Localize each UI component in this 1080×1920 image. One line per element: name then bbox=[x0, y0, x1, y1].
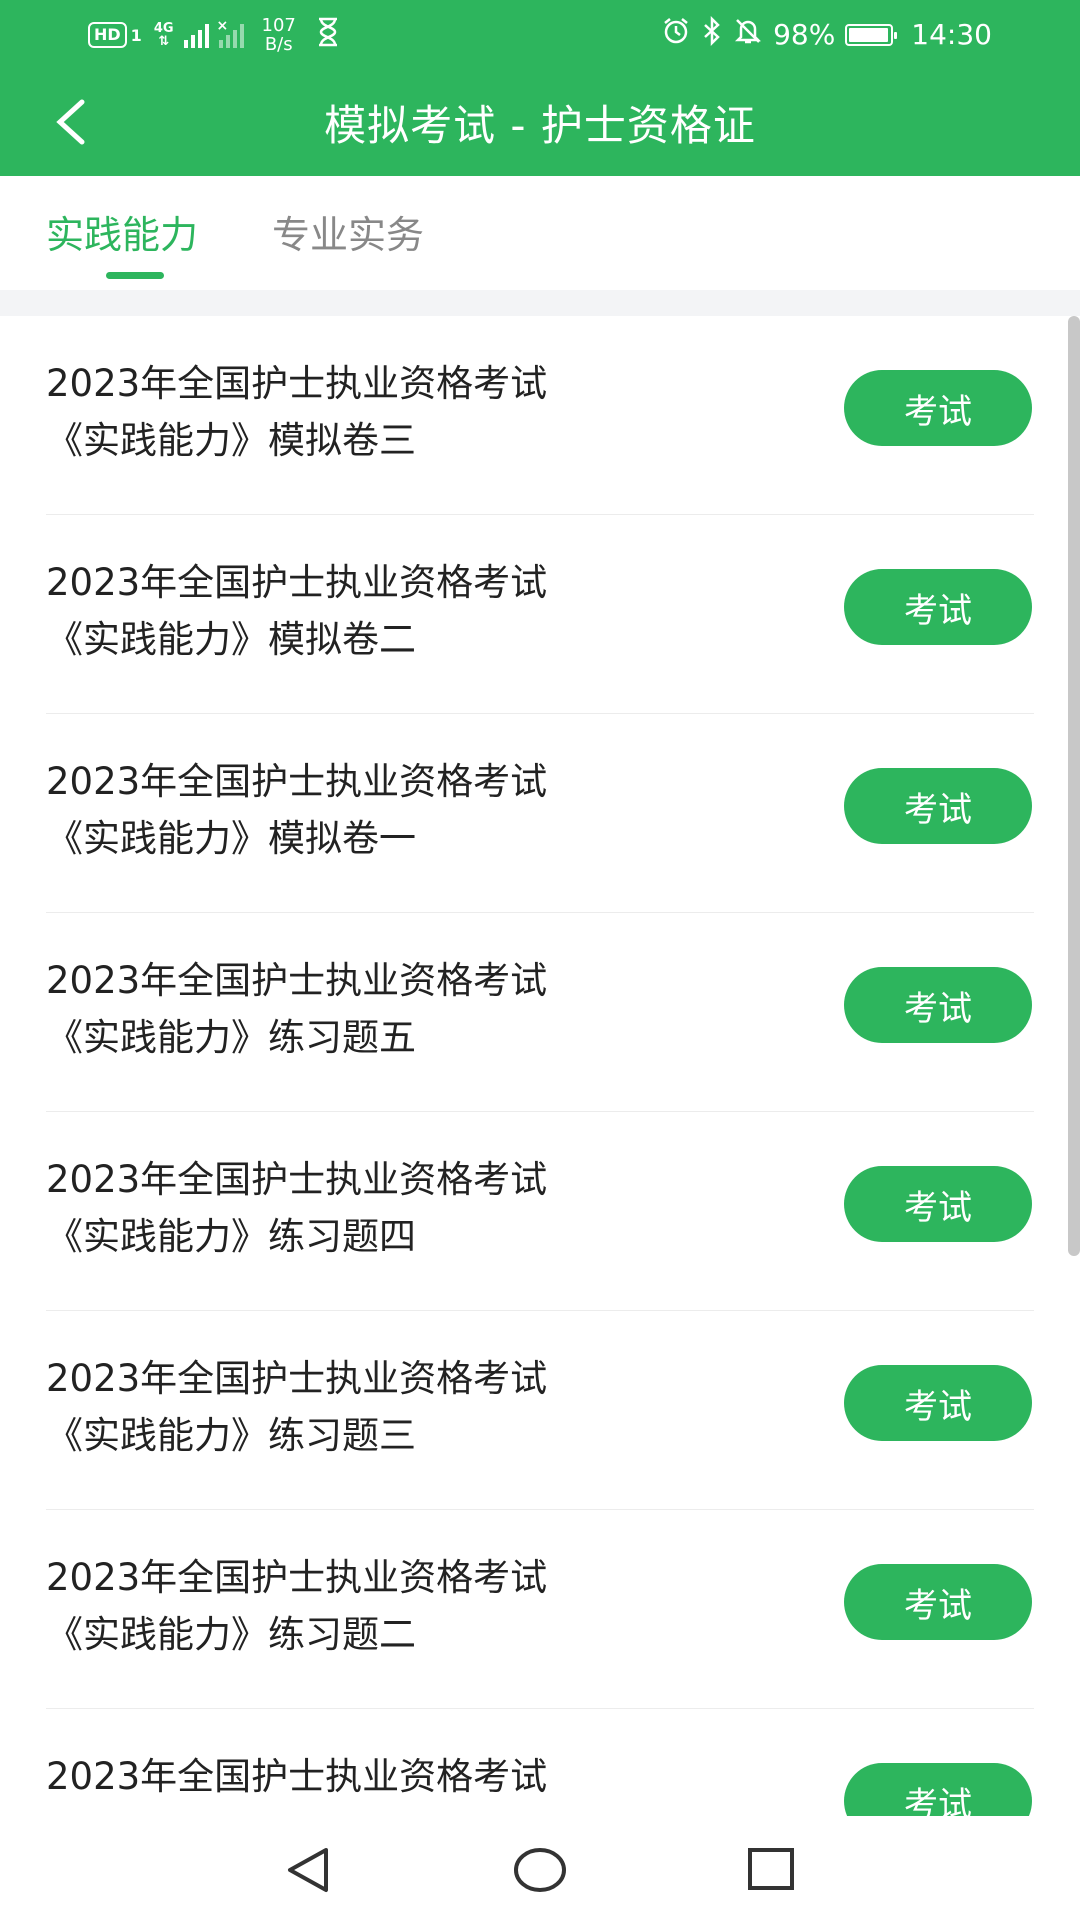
section-divider bbox=[0, 290, 1080, 316]
page-title: 模拟考试 - 护士资格证 bbox=[324, 101, 756, 150]
app-header: HD 1 4G ⇅ × 107 B/s 98% 14:30 模拟考试 - 护士资… bbox=[0, 0, 1080, 176]
hourglass-icon bbox=[316, 17, 340, 54]
exam-list-item[interactable]: 2023年全国护士执业资格考试 《实践能力》练习题三 考试 bbox=[0, 1311, 1080, 1510]
mute-icon bbox=[733, 16, 763, 53]
tab-practice-ability[interactable]: 实践能力 bbox=[46, 204, 198, 259]
exam-title-line2: 《实践能力》模拟卷二 bbox=[46, 618, 416, 661]
status-right: 98% 14:30 bbox=[661, 15, 992, 53]
exam-list-item[interactable]: 2023年全国护士执业资格考试 《实践能力》模拟卷一 考试 bbox=[0, 714, 1080, 913]
start-exam-button[interactable]: 考试 bbox=[844, 569, 1032, 645]
exam-title-line1: 2023年全国护士执业资格考试 bbox=[46, 561, 548, 604]
nav-recents-button[interactable] bbox=[744, 1842, 800, 1898]
exam-title-line1: 2023年全国护士执业资格考试 bbox=[46, 1158, 548, 1201]
tab-bar: 实践能力 专业实务 bbox=[0, 176, 1080, 290]
start-exam-button[interactable]: 考试 bbox=[844, 967, 1032, 1043]
battery-icon bbox=[845, 23, 898, 46]
exam-title-line2: 《实践能力》练习题三 bbox=[46, 1414, 416, 1457]
exam-title-line2: 《实践能力》模拟卷一 bbox=[46, 817, 416, 860]
data-arrows-icon: ⇅ bbox=[158, 34, 170, 49]
net-speed: 107 B/s bbox=[262, 16, 296, 54]
start-exam-button[interactable]: 考试 bbox=[844, 1564, 1032, 1640]
title-bar: 模拟考试 - 护士资格证 bbox=[0, 66, 1080, 176]
nav-back-icon bbox=[288, 1848, 328, 1892]
nav-recents-icon bbox=[748, 1848, 794, 1890]
exam-title-line1: 2023年全国护士执业资格考试 bbox=[46, 362, 548, 405]
exam-title-line1: 2023年全国护士执业资格考试 bbox=[46, 760, 548, 803]
exam-title-line2: 《实践能力》练习题四 bbox=[46, 1215, 416, 1258]
sim-index: 1 bbox=[130, 25, 142, 45]
exam-list-item[interactable]: 2023年全国护士执业资格考试 《实践能力》练习题二 考试 bbox=[0, 1510, 1080, 1709]
status-left: HD 1 4G ⇅ × 107 B/s bbox=[88, 16, 340, 54]
battery-percent: 98% bbox=[773, 18, 836, 51]
network-type: 4G ⇅ bbox=[154, 22, 174, 48]
start-exam-button[interactable]: 考试 bbox=[844, 768, 1032, 844]
signal-icon bbox=[183, 22, 209, 48]
nav-home-icon bbox=[514, 1848, 566, 1892]
exam-title-line2: 《实践能力》模拟卷三 bbox=[46, 419, 416, 462]
exam-title-line1: 2023年全国护士执业资格考试 bbox=[46, 959, 548, 1002]
hd-badge: HD bbox=[88, 22, 127, 48]
status-bar: HD 1 4G ⇅ × 107 B/s 98% 14:30 bbox=[0, 0, 1080, 66]
net-speed-unit: B/s bbox=[264, 34, 293, 55]
exam-title-line1: 2023年全国护士执业资格考试 bbox=[46, 1755, 548, 1798]
net-speed-value: 107 bbox=[261, 15, 296, 36]
battery-fill bbox=[849, 27, 889, 42]
exam-title-line2: 《实践能力》练习题二 bbox=[46, 1613, 416, 1656]
exam-title-line1: 2023年全国护士执业资格考试 bbox=[46, 1357, 548, 1400]
exam-list-item[interactable]: 2023年全国护士执业资格考试 《实践能力》模拟卷三 考试 bbox=[0, 316, 1080, 515]
exam-title-line2: 《实践能力》练习题五 bbox=[46, 1016, 416, 1059]
bluetooth-icon bbox=[701, 15, 723, 53]
exam-list-item[interactable]: 2023年全国护士执业资格考试 《实践能力》练习题五 考试 bbox=[0, 913, 1080, 1112]
exam-title-line1: 2023年全国护士执业资格考试 bbox=[46, 1556, 548, 1599]
exam-list-item[interactable]: 2023年全国护士执业资格考试 《实践能力》练习题四 考试 bbox=[0, 1112, 1080, 1311]
start-exam-button[interactable]: 考试 bbox=[844, 1365, 1032, 1441]
start-exam-button[interactable]: 考试 bbox=[844, 1763, 1032, 1816]
nav-back-button[interactable] bbox=[280, 1842, 336, 1898]
start-exam-button[interactable]: 考试 bbox=[844, 370, 1032, 446]
clock: 14:30 bbox=[911, 18, 992, 51]
scrollbar[interactable] bbox=[1068, 316, 1080, 1256]
start-exam-button[interactable]: 考试 bbox=[844, 1166, 1032, 1242]
active-tab-indicator bbox=[106, 272, 164, 279]
exam-list-item[interactable]: 2023年全国护士执业资格考试 考试 bbox=[0, 1709, 1080, 1816]
exam-list[interactable]: 2023年全国护士执业资格考试 《实践能力》模拟卷三 考试 2023年全国护士执业资格… bbox=[0, 316, 1080, 1816]
exam-list-item[interactable]: 2023年全国护士执业资格考试 《实践能力》模拟卷二 考试 bbox=[0, 515, 1080, 714]
nav-home-button[interactable] bbox=[512, 1842, 568, 1898]
tab-professional-practice[interactable]: 专业实务 bbox=[272, 204, 424, 259]
no-signal-icon: × bbox=[217, 18, 244, 48]
system-nav-bar bbox=[0, 1816, 1080, 1920]
alarm-icon bbox=[661, 16, 691, 53]
